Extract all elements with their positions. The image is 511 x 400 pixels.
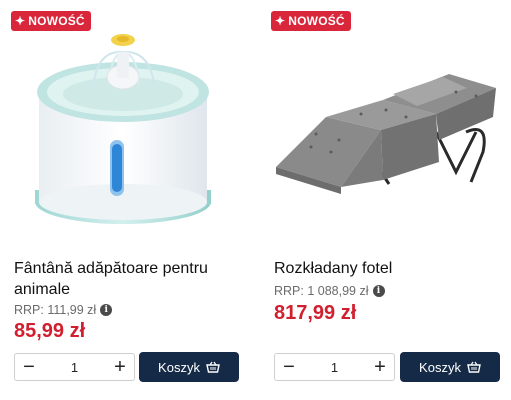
sparkle-icon: ✦ [275,14,286,28]
product-card: ✦ NOWOŚĆ Rozkładany fotel RRP: 1 088,99 … [271,0,511,400]
info-icon[interactable]: i [372,285,385,297]
increase-quantity-button[interactable]: + [106,353,134,381]
info-icon[interactable]: i [100,304,113,316]
product-title[interactable]: Fântână adăpătoare pentru animale [14,258,248,300]
new-badge: ✦ NOWOŚĆ [271,11,351,31]
quantity-value[interactable]: 1 [71,360,78,375]
product-card: ✦ NOWOŚĆ Fântână adăpătoare pentru anima… [11,0,251,400]
add-to-cart-label: Koszyk [419,359,461,375]
product-price: 85,99 zł [14,320,86,342]
decrease-quantity-button[interactable]: − [275,353,303,381]
rrp-label: RRP: 111,99 zł [14,303,97,317]
product-image[interactable] [11,22,251,247]
folding-armchair-image [276,74,496,194]
add-to-cart-button[interactable]: Koszyk [400,352,500,382]
rrp-price: RRP: 1 088,99 zł i [274,284,385,298]
rrp-price: RRP: 111,99 zł i [14,303,113,317]
water-fountain-image [35,34,211,224]
add-to-cart-label: Koszyk [158,359,200,375]
product-title[interactable]: Rozkładany fotel [274,258,508,279]
product-image[interactable] [271,22,511,247]
quantity-stepper: − 1 + [274,353,395,381]
new-badge: ✦ NOWOŚĆ [11,11,91,31]
quantity-value[interactable]: 1 [331,360,338,375]
quantity-stepper: − 1 + [14,353,135,381]
rrp-label: RRP: 1 088,99 zł [274,284,369,298]
basket-icon [467,361,481,373]
increase-quantity-button[interactable]: + [366,353,394,381]
decrease-quantity-button[interactable]: − [15,353,43,381]
new-badge-label: NOWOŚĆ [288,14,345,28]
sparkle-icon: ✦ [15,14,26,28]
basket-icon [206,361,220,373]
product-grid: ✦ NOWOŚĆ Fântână adăpătoare pentru anima… [0,0,511,400]
product-price: 817,99 zł [274,302,357,324]
new-badge-label: NOWOŚĆ [28,14,85,28]
add-to-cart-button[interactable]: Koszyk [139,352,239,382]
